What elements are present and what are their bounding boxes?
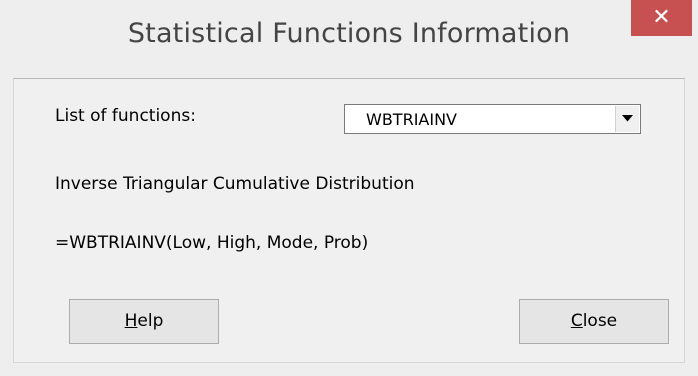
- close-icon: ✕: [652, 5, 671, 30]
- dialog-body: List of functions: WBTRIAINV Inverse Tri…: [13, 78, 685, 363]
- window-close-button[interactable]: ✕: [631, 0, 692, 36]
- dialog-window: Statistical Functions Information ✕ List…: [0, 0, 698, 376]
- functions-list-label: List of functions:: [55, 106, 196, 126]
- title-bar[interactable]: Statistical Functions Information ✕: [0, 0, 698, 78]
- functions-dropdown[interactable]: WBTRIAINV: [344, 104, 641, 134]
- help-accelerator: H: [124, 311, 138, 331]
- close-accelerator: C: [570, 311, 583, 331]
- help-button[interactable]: Help: [69, 299, 219, 344]
- chevron-down-icon: [622, 115, 633, 122]
- function-description: Inverse Triangular Cumulative Distributi…: [55, 174, 415, 194]
- close-button-label: Close: [571, 300, 617, 343]
- close-label-rest: lose: [582, 311, 618, 331]
- close-button[interactable]: Close: [519, 299, 669, 344]
- window-title: Statistical Functions Information: [127, 18, 571, 49]
- selected-function-value: WBTRIAINV: [366, 110, 457, 129]
- help-label-rest: elp: [137, 311, 164, 331]
- help-button-label: Help: [125, 300, 164, 343]
- function-formula: =WBTRIAINV(Low, High, Mode, Prob): [55, 233, 369, 253]
- dropdown-arrow-button[interactable]: [615, 106, 639, 132]
